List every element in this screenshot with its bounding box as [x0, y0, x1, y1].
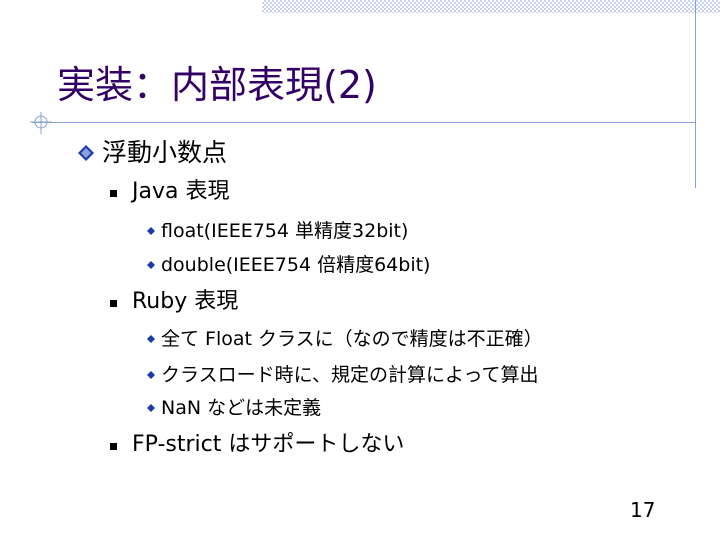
- title-underline: [32, 122, 696, 123]
- section-label: Java 表現: [132, 179, 230, 204]
- page-number: 17: [630, 498, 656, 522]
- section-label: FP-strict はサポートしない: [132, 432, 405, 457]
- diamond-icon: [78, 145, 94, 161]
- list-item-text: float(IEEE754 単精度32bit): [161, 220, 409, 242]
- small-diamond-icon: [147, 404, 155, 412]
- square-icon: [110, 190, 117, 197]
- checker-pattern: [262, 0, 720, 13]
- list-item-text: NaN などは未定義: [161, 397, 322, 419]
- list-item-text: クラスロード時に、規定の計算によって算出: [161, 364, 539, 386]
- square-icon: [110, 300, 117, 307]
- list-item-text: 全て Float クラスに（なので精度は不正確）: [161, 328, 543, 350]
- square-icon: [110, 443, 117, 450]
- list-item-text: double(IEEE754 倍精度64bit): [161, 254, 431, 276]
- small-diamond-icon: [147, 335, 155, 343]
- vertical-rule: [695, 0, 696, 188]
- crosshair-icon: [30, 112, 52, 134]
- small-diamond-icon: [147, 261, 155, 269]
- section-label: Ruby 表現: [132, 289, 239, 314]
- heading-text: 浮動小数点: [102, 138, 228, 167]
- slide: 実装：内部表現(2) 浮動小数点 Java 表現 float(IEEE754 単…: [0, 0, 720, 540]
- small-diamond-icon: [147, 371, 155, 379]
- slide-title: 実装：内部表現(2): [57, 63, 377, 107]
- small-diamond-icon: [147, 227, 155, 235]
